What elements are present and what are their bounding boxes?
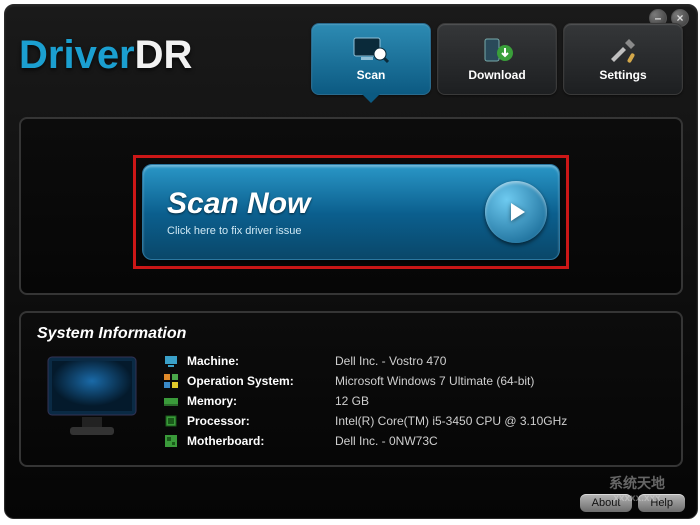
spec-row-memory: Memory: 12 GB [163, 391, 665, 411]
tab-scan[interactable]: Scan [311, 23, 431, 95]
app-window: – × DriverDR Scan Download [4, 4, 698, 519]
motherboard-icon [163, 433, 179, 449]
about-button[interactable]: About [580, 494, 633, 512]
highlight-box: Scan Now Click here to fix driver issue [133, 155, 569, 269]
tab-label: Scan [357, 68, 386, 82]
scan-now-button[interactable]: Scan Now Click here to fix driver issue [142, 164, 560, 260]
main-tabs: Scan Download Settings [311, 23, 683, 95]
computer-icon [163, 353, 179, 369]
play-icon [485, 181, 547, 243]
brand-logo: DriverDR [19, 33, 192, 78]
spec-row-os: Operation System: Microsoft Windows 7 Ul… [163, 371, 665, 391]
system-information-panel: System Information Machine: Dell Inc. - … [19, 311, 683, 467]
brand-part2: DR [135, 33, 193, 78]
help-button[interactable]: Help [638, 494, 685, 512]
monitor-search-icon [353, 37, 389, 65]
scan-button-subtitle: Click here to fix driver issue [167, 225, 310, 237]
scan-button-title: Scan Now [167, 187, 310, 221]
main-panel: Scan Now Click here to fix driver issue [19, 117, 683, 295]
ram-icon [163, 393, 179, 409]
header: DriverDR Scan Download Settings [5, 27, 697, 95]
brand-part1: Driver [19, 33, 135, 78]
tab-download[interactable]: Download [437, 23, 557, 95]
system-info-heading: System Information [37, 325, 665, 343]
spec-row-motherboard: Motherboard: Dell Inc. - 0NW73C [163, 431, 665, 451]
spec-row-machine: Machine: Dell Inc. - Vostro 470 [163, 351, 665, 371]
download-icon [479, 37, 515, 65]
monitor-icon [37, 351, 147, 441]
windows-icon [163, 373, 179, 389]
tools-icon [605, 37, 641, 65]
tab-settings[interactable]: Settings [563, 23, 683, 95]
tab-label: Settings [599, 68, 646, 82]
spec-row-processor: Processor: Intel(R) Core(TM) i5-3450 CPU… [163, 411, 665, 431]
tab-label: Download [468, 68, 525, 82]
footer-buttons: About Help [580, 494, 685, 512]
cpu-icon [163, 413, 179, 429]
